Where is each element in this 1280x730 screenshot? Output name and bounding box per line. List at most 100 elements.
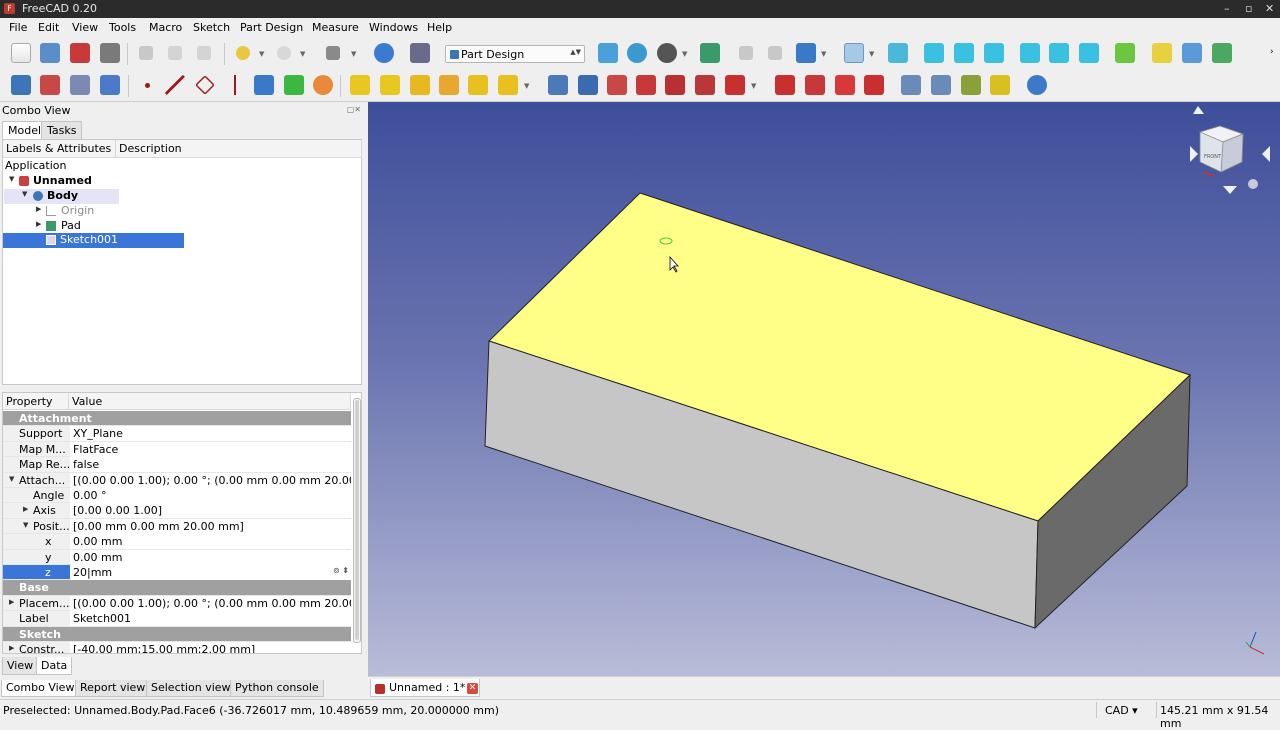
property-value[interactable]: XY_Plane bbox=[71, 426, 351, 442]
front-view-icon[interactable] bbox=[924, 43, 944, 63]
cut-icon[interactable] bbox=[139, 46, 153, 60]
paste-icon[interactable] bbox=[197, 46, 211, 60]
linear-pattern-icon[interactable] bbox=[805, 75, 825, 95]
measure-distance-icon[interactable] bbox=[1115, 43, 1135, 63]
tab-data[interactable]: Data bbox=[36, 657, 73, 675]
property-row[interactable]: ▶ Axis [0.00 0.00 1.00] bbox=[3, 503, 351, 519]
property-row[interactable]: Angle 0.00 ° bbox=[3, 488, 351, 504]
property-value[interactable]: FlatFace bbox=[71, 441, 351, 457]
spinbox-arrows-icon[interactable]: ⊚ ⬍ bbox=[333, 566, 349, 575]
property-value[interactable]: 0.00 ° bbox=[71, 488, 351, 503]
shape-binder-icon[interactable] bbox=[254, 75, 274, 95]
draft-icon[interactable] bbox=[961, 75, 981, 95]
menu-help[interactable]: Help bbox=[427, 21, 452, 34]
property-value[interactable]: [(0.00 0.00 1.00); 0.00 °; (0.00 mm 0.00… bbox=[71, 595, 351, 611]
additive-primitive-icon[interactable] bbox=[498, 75, 518, 95]
datum-plane-icon[interactable] bbox=[195, 75, 215, 95]
navigation-style-selector[interactable]: CAD ▾ bbox=[1105, 704, 1138, 717]
draw-style-icon[interactable] bbox=[657, 43, 677, 63]
save-icon[interactable] bbox=[70, 43, 90, 63]
close-tab-icon[interactable]: ✕ bbox=[467, 683, 478, 694]
datum-point-icon[interactable] bbox=[140, 78, 154, 92]
isometric-view-icon[interactable] bbox=[888, 43, 908, 63]
fit-selection-icon[interactable] bbox=[627, 43, 647, 63]
multitransform-icon[interactable] bbox=[864, 75, 884, 95]
mirrored-icon[interactable] bbox=[775, 75, 795, 95]
copy-icon[interactable] bbox=[168, 46, 182, 60]
pad-icon[interactable] bbox=[350, 75, 370, 95]
create-body-icon[interactable] bbox=[11, 75, 31, 95]
tree-item-unnamed[interactable]: ▼ Unnamed bbox=[4, 174, 184, 189]
fit-all-icon[interactable] bbox=[598, 43, 618, 63]
property-value[interactable]: 0.00 mm bbox=[71, 549, 351, 565]
tree-header-labels[interactable]: Labels & Attributes bbox=[3, 140, 116, 158]
property-value[interactable]: [0.00 0.00 1.00] bbox=[71, 503, 351, 519]
property-value[interactable]: [-40.00 mm;15.00 mm;2.00 mm] bbox=[71, 642, 351, 653]
property-row[interactable]: Support XY_Plane bbox=[3, 426, 351, 442]
additive-loft-icon[interactable] bbox=[410, 75, 430, 95]
create-sketch-icon[interactable] bbox=[40, 75, 60, 95]
toolbar-overflow-icon[interactable]: › bbox=[1270, 47, 1274, 57]
chamfer-icon[interactable] bbox=[931, 75, 951, 95]
redo-icon[interactable] bbox=[277, 46, 291, 60]
property-value[interactable]: false bbox=[71, 457, 351, 473]
property-scrollbar[interactable] bbox=[353, 398, 361, 643]
groove-icon[interactable] bbox=[607, 75, 627, 95]
property-value[interactable]: [(0.00 0.00 1.00); 0.00 °; (0.00 mm 0.00… bbox=[71, 472, 351, 488]
back-arrow-icon[interactable] bbox=[739, 46, 753, 60]
tree-item-origin[interactable]: ▶ Origin bbox=[4, 204, 184, 219]
property-header[interactable]: Property bbox=[3, 393, 69, 410]
boolean-icon[interactable] bbox=[1027, 75, 1047, 95]
property-row[interactable]: ▼ Posit... [0.00 mm 0.00 mm 20.00 mm] bbox=[3, 518, 351, 535]
property-row[interactable]: Label Sketch001 bbox=[3, 611, 351, 627]
tab-tasks[interactable]: Tasks bbox=[41, 121, 83, 139]
property-row[interactable]: ▼ Attach... [(0.00 0.00 1.00); 0.00 °; (0.… bbox=[3, 472, 351, 488]
undo-icon[interactable] bbox=[236, 46, 250, 60]
validate-sketch-icon[interactable] bbox=[70, 75, 90, 95]
subshape-binder-icon[interactable] bbox=[284, 75, 304, 95]
tree-item-pad[interactable]: ▶ Pad bbox=[4, 219, 184, 234]
property-value[interactable]: Sketch001 bbox=[71, 611, 351, 627]
additive-pipe-icon[interactable] bbox=[439, 75, 459, 95]
menu-sketch[interactable]: Sketch bbox=[193, 21, 230, 34]
property-row[interactable]: y 0.00 mm bbox=[3, 549, 351, 565]
clone-object-icon[interactable] bbox=[313, 75, 333, 95]
tree-item-sketch001[interactable]: Sketch001 bbox=[3, 233, 184, 248]
forward-arrow-icon[interactable] bbox=[768, 46, 782, 60]
subtractive-pipe-icon[interactable] bbox=[665, 75, 685, 95]
property-row[interactable]: Map M... FlatFace bbox=[3, 441, 351, 458]
clone-icon[interactable] bbox=[100, 75, 120, 95]
top-view-icon[interactable] bbox=[954, 43, 974, 63]
hole-icon[interactable] bbox=[578, 75, 598, 95]
new-document-icon[interactable] bbox=[11, 43, 31, 63]
datum-line-icon[interactable] bbox=[165, 75, 185, 95]
minimize-button[interactable]: – bbox=[1224, 2, 1230, 15]
left-view-icon[interactable] bbox=[1079, 43, 1099, 63]
subtractive-loft-icon[interactable] bbox=[636, 75, 656, 95]
close-button[interactable]: ✕ bbox=[1265, 2, 1274, 15]
subtractive-primitive-icon[interactable] bbox=[725, 75, 745, 95]
bottom-view-icon[interactable] bbox=[1049, 43, 1069, 63]
property-value[interactable]: 0.00 mm bbox=[71, 534, 351, 550]
tab-combo-view[interactable]: Combo View bbox=[1, 680, 80, 697]
menu-file[interactable]: File bbox=[9, 21, 27, 34]
create-group-icon[interactable] bbox=[1182, 43, 1202, 63]
tab-view[interactable]: View bbox=[2, 657, 39, 675]
menu-part-design[interactable]: Part Design bbox=[240, 21, 303, 34]
refresh-icon[interactable] bbox=[374, 43, 394, 63]
property-value[interactable]: [0.00 mm 0.00 mm 20.00 mm] bbox=[71, 518, 351, 534]
open-folder-icon[interactable] bbox=[40, 43, 60, 63]
std-views-icon[interactable] bbox=[844, 43, 864, 63]
polar-pattern-icon[interactable] bbox=[835, 75, 855, 95]
right-view-icon[interactable] bbox=[984, 43, 1004, 63]
menu-edit[interactable]: Edit bbox=[38, 21, 59, 34]
menu-windows[interactable]: Windows bbox=[369, 21, 418, 34]
menu-view[interactable]: View bbox=[72, 21, 98, 34]
menu-macro[interactable]: Macro bbox=[149, 21, 182, 34]
bounding-box-icon[interactable] bbox=[700, 43, 720, 63]
fillet-icon[interactable] bbox=[901, 75, 921, 95]
menu-measure[interactable]: Measure bbox=[312, 21, 359, 34]
tab-python-console[interactable]: Python console bbox=[230, 680, 324, 697]
create-part-icon[interactable] bbox=[1152, 43, 1172, 63]
navigation-cube[interactable]: FRONT bbox=[1190, 106, 1270, 194]
